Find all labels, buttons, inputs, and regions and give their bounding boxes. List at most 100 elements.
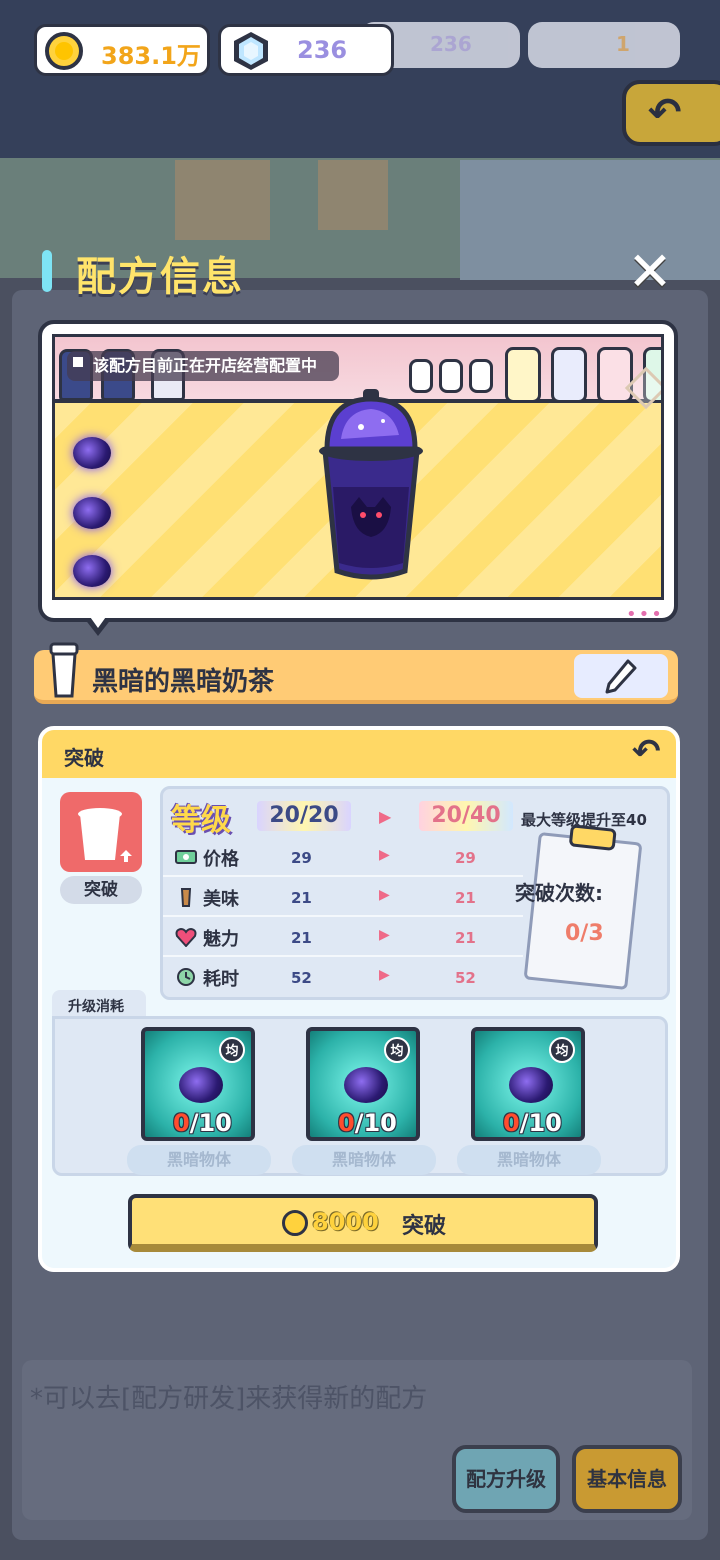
coin-pill[interactable]: 383.1万 [34,24,210,76]
ghost-upgrade-button: 配方升级 [452,1445,560,1513]
ghost-item-count: 1 [616,32,630,56]
ghost-info-label: 基本信息 [587,1467,667,1491]
cost-panel: 均 0/10 黑暗物体 均 0/10 黑暗物体 均 0/10 黑暗物体 [52,1016,668,1176]
cup-icon [78,808,132,862]
stat-arrow-icon: ▶ [379,847,390,863]
stat-name: 耗时 [203,969,239,990]
level-current: 20/20 [257,801,351,831]
stat-name: 魅力 [203,929,239,950]
stat-row-time: 耗时 52 ▶ 52 [163,959,523,997]
material-need: /10 [354,1109,397,1137]
recipe-name: 黑暗的黑暗奶茶 [92,667,275,697]
shelf-jar [505,347,541,403]
material-have: 0 [173,1109,190,1137]
coin-icon [282,1210,308,1236]
material-count: 0/10 [503,1109,562,1137]
clip-icon [568,824,617,851]
material-name: 黑暗物体 [292,1145,436,1175]
dialog-title: 配方信息 [76,254,244,300]
ghost-gem-count: 236 [430,32,472,56]
coin-count: 383.1万 [101,42,201,70]
dark-matter-icon [73,555,111,587]
material-count: 0/10 [173,1109,232,1137]
breakthrough-cost: 8000 [312,1208,379,1236]
material-have: 0 [503,1109,520,1137]
shelf-tag [469,359,493,393]
pencil-icon [605,659,637,694]
ghost-item-pill: 1 [528,22,680,68]
shelf-tag [439,359,463,393]
title-accent [42,250,52,292]
level-arrow-icon: ▶ [379,807,392,826]
money-icon [175,850,197,864]
dark-milk-tea-icon [319,389,423,580]
stat-row-taste: 美味 21 ▶ 21 [163,879,523,917]
background-building [175,160,270,240]
dark-matter-icon [509,1067,553,1103]
breakthrough-header-label: 突破 [64,746,104,770]
stat-current: 21 [291,889,312,907]
dark-matter-icon [179,1067,223,1103]
close-icon[interactable]: ✕ [624,245,676,299]
recipe-name-bar: 黑暗的黑暗奶茶 [34,642,678,704]
stat-arrow-icon: ▶ [379,887,390,903]
material-badge: 均 [549,1037,575,1063]
stat-current: 52 [291,969,312,987]
gem-pill[interactable]: 236 [218,24,394,76]
stat-name: 美味 [203,889,239,910]
stat-current: 29 [291,849,312,867]
stat-next: 52 [455,969,476,987]
material-have: 0 [338,1109,355,1137]
stat-next: 21 [455,929,476,947]
level-next: 20/40 [419,801,513,831]
cup-icon [49,642,79,698]
stats-panel: 等级 20/20 ▶ 20/40 最大等级提升至40 价格 29 ▶ 29 美味… [160,786,670,1000]
back-arrow-icon: ↶ [648,90,682,136]
stat-current: 21 [291,929,312,947]
material-badge: 均 [219,1037,245,1063]
stat-arrow-icon: ▶ [379,927,390,943]
ghost-upgrade-label: 配方升级 [466,1467,546,1491]
shelf-jar [551,347,587,403]
material-badge: 均 [384,1037,410,1063]
material-slot[interactable]: 均 0/10 [141,1027,255,1141]
material-name: 黑暗物体 [457,1145,601,1175]
config-status: 该配方目前正在开店经营配置中 [67,351,340,381]
coin-icon [45,32,83,70]
breakthrough-header: 突破 ↶ [42,730,676,778]
material-need: /10 [189,1109,232,1137]
breakthrough-count-value: 0/3 [565,921,604,946]
recipe-preview: 该配方目前正在开店经营配置中 ••• [38,320,678,625]
dark-matter-icon [73,497,111,529]
level-label: 等级 [171,803,231,838]
background-building [318,160,388,230]
back-arrow-icon[interactable]: ↶ [632,732,661,772]
preview-scene: 该配方目前正在开店经营配置中 [52,334,664,600]
dark-matter-icon [344,1067,388,1103]
breakthrough-count-label: 突破次数: [515,881,603,905]
background-hint: *可以去[配方研发]来获得新的配方 [30,1384,428,1414]
breakthrough-button-label: 突破 [402,1214,447,1239]
material-slot[interactable]: 均 0/10 [471,1027,585,1141]
stat-name: 价格 [203,849,239,870]
stat-row-price: 价格 29 ▶ 29 [163,839,523,877]
more-dots-icon[interactable]: ••• [626,604,664,625]
config-status-text: 该配方目前正在开店经营配置中 [93,356,318,375]
background-house [460,160,720,280]
status-marker-icon [73,357,83,367]
material-count: 0/10 [338,1109,397,1137]
gem-icon [234,32,268,70]
material-slot[interactable]: 均 0/10 [306,1027,420,1141]
clipboard-icon [523,824,643,991]
dark-matter-icon [73,437,111,469]
speech-pointer [84,614,112,636]
breakthrough-recipe-icon [60,792,142,872]
breakthrough-icon-label: 突破 [60,876,142,904]
material-name: 黑暗物体 [127,1145,271,1175]
rename-button[interactable] [574,654,668,698]
breakthrough-button[interactable]: 8000 突破 [128,1194,598,1252]
stat-next: 21 [455,889,476,907]
game-screen: 236 1 ↶ *可以去[配方研发]来获得新的配方 配方升级 基本信息 383.… [0,0,720,1560]
stat-next: 29 [455,849,476,867]
stat-arrow-icon: ▶ [379,967,390,983]
